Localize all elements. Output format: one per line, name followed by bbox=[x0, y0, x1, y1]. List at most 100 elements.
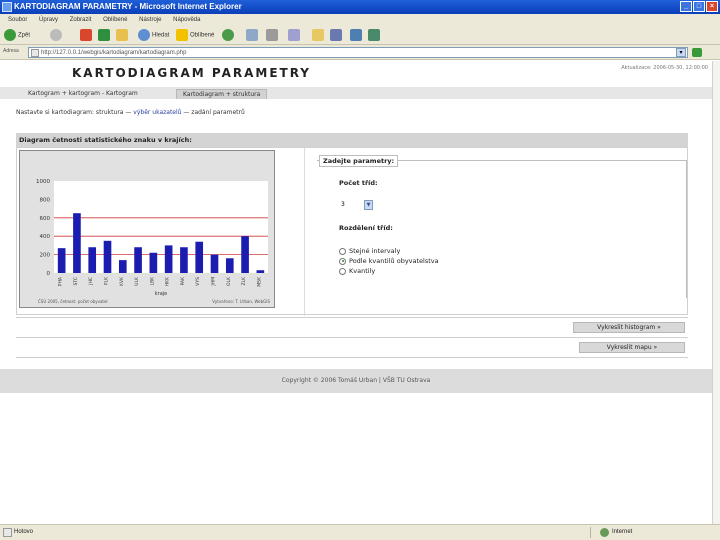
research-button[interactable] bbox=[350, 29, 364, 42]
x-tick-label: KVK bbox=[119, 276, 125, 286]
x-tick-label: VYS bbox=[195, 277, 201, 286]
address-url: http://127.0.0.1/webgis/kartodiagram/kar… bbox=[41, 50, 187, 56]
history-button[interactable] bbox=[222, 29, 236, 42]
page-icon bbox=[31, 49, 39, 57]
x-tick-label: LBK bbox=[149, 276, 155, 286]
research-icon bbox=[350, 29, 362, 41]
puzzle-icon bbox=[368, 29, 380, 41]
ie-icon bbox=[2, 2, 12, 12]
menu-file[interactable]: Soubor bbox=[8, 17, 27, 23]
menu-edit[interactable]: Úpravy bbox=[39, 17, 58, 23]
go-button[interactable] bbox=[692, 48, 702, 57]
chart-bar bbox=[195, 241, 204, 273]
page-header: KARTODIAGRAM PARAMETRY Aktualizace: 2006… bbox=[0, 61, 712, 87]
chart-bar bbox=[103, 240, 112, 273]
x-tick-label: PHA bbox=[58, 276, 64, 286]
page-footer: Copyright © 2006 Tomáš Urban | VŠB TU Os… bbox=[0, 369, 712, 393]
address-label: Adresa bbox=[3, 48, 19, 54]
forward-button[interactable] bbox=[50, 29, 64, 42]
draw-map-button[interactable]: Vykreslit mapu » bbox=[579, 342, 685, 353]
browser-toolbar: Zpět Hledat Oblíbené bbox=[0, 26, 720, 45]
draw-histogram-button[interactable]: Vykreslit histogram » bbox=[573, 322, 685, 333]
back-button[interactable]: Zpět bbox=[4, 29, 30, 42]
separator bbox=[16, 337, 688, 338]
messenger-icon bbox=[330, 29, 342, 41]
radio-button[interactable] bbox=[339, 247, 346, 255]
chevron-down-icon[interactable]: ▼ bbox=[364, 200, 373, 210]
menu-help[interactable]: Nápověda bbox=[173, 17, 200, 23]
tabs-bar: Kartogram + kartogram - Kartogram Kartod… bbox=[0, 87, 712, 99]
radio-quantiles[interactable]: Kvantily bbox=[339, 267, 375, 275]
menu-tools[interactable]: Nástroje bbox=[139, 17, 161, 23]
page-done-icon bbox=[3, 528, 12, 537]
stop-icon bbox=[80, 29, 92, 41]
separator bbox=[16, 357, 688, 358]
address-dropdown-button[interactable]: ▾ bbox=[676, 48, 686, 57]
parameters-fieldset: Zadejte parametry: Počet tříd: 3 ▼ Rozdě… bbox=[317, 155, 687, 298]
histogram-chart: 1000 800 600 400 200 0 PHA STC JHC PLK KVK ULK LBK HK… bbox=[19, 150, 275, 308]
search-icon bbox=[138, 29, 150, 41]
print-icon bbox=[266, 29, 278, 41]
menu-favorites[interactable]: Oblíbené bbox=[103, 17, 127, 23]
x-tick-label: MSK bbox=[256, 276, 262, 287]
panel-divider bbox=[304, 148, 305, 316]
chart-bar bbox=[149, 252, 158, 273]
chart-bar bbox=[164, 245, 173, 273]
refresh-button[interactable] bbox=[98, 29, 112, 42]
address-input[interactable]: http://127.0.0.1/webgis/kartodiagram/kar… bbox=[28, 47, 688, 58]
close-button[interactable]: × bbox=[706, 1, 718, 12]
x-tick-label: HKK bbox=[165, 276, 171, 286]
minimize-button[interactable]: _ bbox=[680, 1, 692, 12]
menu-view[interactable]: Zobrazit bbox=[70, 17, 92, 23]
chart-bar bbox=[225, 258, 234, 273]
back-arrow-icon bbox=[4, 29, 16, 41]
messenger-button[interactable] bbox=[330, 29, 344, 42]
update-timestamp: Aktualizace: 2006-05-30, 12:00:00 bbox=[621, 65, 708, 71]
chart-bar bbox=[256, 270, 265, 273]
forward-arrow-icon bbox=[50, 29, 62, 41]
main-panel: 1000 800 600 400 200 0 PHA STC JHC PLK KVK ULK LBK HK… bbox=[16, 147, 688, 316]
refresh-icon bbox=[98, 29, 110, 41]
breadcrumb-link[interactable]: výběr ukazatelů bbox=[133, 109, 181, 116]
x-tick-label: PLK bbox=[104, 276, 110, 285]
edit-button[interactable] bbox=[288, 29, 302, 42]
page-title: KARTODIAGRAM PARAMETRY bbox=[72, 66, 311, 80]
mail-button[interactable] bbox=[246, 29, 260, 42]
breadcrumb-prefix: Nastavte si kartodiagram: struktura — bbox=[16, 109, 132, 116]
vertical-scrollbar[interactable] bbox=[712, 61, 720, 524]
favorites-button[interactable]: Oblíbené bbox=[176, 29, 214, 42]
breadcrumb-suffix: — zadání parametrů bbox=[183, 109, 245, 116]
radio-population-quantiles[interactable]: Podle kvantilů obyvatelstva bbox=[339, 257, 439, 265]
tab-kartodiagram[interactable]: Kartodiagram + struktura bbox=[176, 89, 268, 99]
radio-equal-intervals[interactable]: Stejné intervaly bbox=[339, 247, 400, 255]
print-button[interactable] bbox=[266, 29, 280, 42]
window-titlebar: KARTODIAGRAM PARAMETRY - Microsoft Inter… bbox=[0, 0, 720, 14]
chart-bar bbox=[88, 247, 97, 273]
tools-extra-button[interactable] bbox=[368, 29, 382, 42]
chart-bar bbox=[210, 254, 219, 273]
home-button[interactable] bbox=[116, 29, 130, 42]
classes-select-value: 3 bbox=[341, 201, 345, 208]
y-tick-label: 200 bbox=[40, 253, 51, 259]
radio-button[interactable] bbox=[339, 267, 346, 275]
y-tick-label: 400 bbox=[40, 234, 51, 240]
status-text: Hotovo bbox=[14, 529, 34, 535]
zone-text: Internet bbox=[612, 529, 633, 535]
history-icon bbox=[222, 29, 234, 41]
parameters-legend: Zadejte parametry: bbox=[319, 155, 399, 167]
stop-button[interactable] bbox=[80, 29, 94, 42]
y-tick-label: 0 bbox=[47, 271, 51, 277]
menu-bar: Soubor Úpravy Zobrazit Oblíbené Nástroje… bbox=[0, 14, 720, 26]
folder-button[interactable] bbox=[312, 29, 326, 42]
star-icon bbox=[176, 29, 188, 41]
x-tick-label: JHC bbox=[88, 277, 94, 286]
classes-select[interactable]: 3 ▼ bbox=[339, 200, 373, 210]
x-tick-label: OLK bbox=[226, 276, 232, 286]
chart-bar bbox=[241, 236, 249, 273]
radio-button-checked[interactable] bbox=[339, 257, 346, 265]
maximize-button[interactable]: □ bbox=[693, 1, 705, 12]
chart-svg: 1000 800 600 400 200 0 PHA STC JHC PLK KVK ULK LBK HK… bbox=[36, 179, 270, 304]
y-tick-label: 800 bbox=[40, 197, 51, 203]
tab-kartogram[interactable]: Kartogram + kartogram - Kartogram bbox=[22, 89, 144, 99]
search-button[interactable]: Hledat bbox=[138, 29, 169, 42]
